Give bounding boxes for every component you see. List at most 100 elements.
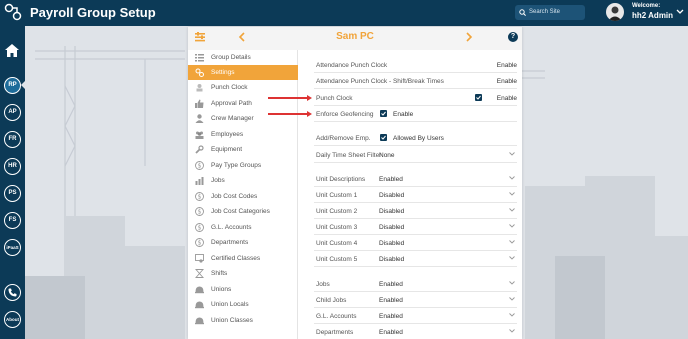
next-arrow-icon[interactable] [466, 32, 473, 42]
setting-label: Unit Custom 3 [316, 224, 358, 231]
setting-label: Attendance Punch Clock [316, 62, 388, 69]
user-icon [195, 114, 204, 123]
rail-ps-button[interactable]: PS [4, 185, 21, 202]
rail-hr-button[interactable]: HR [4, 158, 21, 175]
chevron-down-icon [509, 313, 515, 317]
svg-text:$: $ [198, 240, 202, 247]
geofencing-checkbox[interactable] [380, 110, 387, 117]
rail-fs-button[interactable]: FS [4, 212, 21, 229]
menu-item-employees[interactable]: Employees [188, 127, 298, 142]
avatar[interactable] [606, 3, 624, 21]
setting-label: Attendance Punch Clock - Shift/Break Tim… [316, 78, 444, 85]
unit-custom-3-select[interactable]: Unit Custom 3 Disabled [314, 219, 517, 235]
settings-icon [195, 68, 204, 77]
welcome-label: Welcome: [632, 3, 661, 9]
punch-clock-checkbox[interactable] [475, 94, 482, 101]
search-input[interactable]: Search Site [515, 5, 585, 20]
setting-label: Unit Descriptions [316, 176, 366, 183]
menu-item-departments[interactable]: $ Departments [188, 235, 298, 250]
daily-time-sheet-filter-select[interactable]: Daily Time Sheet Filter None [314, 147, 517, 163]
menu-item-settings[interactable]: Settings [188, 65, 298, 80]
hh2-logo-icon[interactable] [4, 3, 22, 21]
menu-item-union-locals[interactable]: Union Locals [188, 297, 298, 312]
setting-add-remove-emp: Add/Remove Emp. Allowed By Users [314, 130, 517, 146]
menu-label: Employees [211, 131, 244, 138]
setting-value: Enable [393, 111, 414, 118]
setting-attendance-shift-break: Attendance Punch Clock - Shift/Break Tim… [314, 73, 517, 89]
check-icon [476, 95, 481, 100]
list-icon [195, 54, 204, 62]
home-icon[interactable] [5, 44, 19, 57]
username[interactable]: hh2 Admin [632, 11, 673, 20]
menu-item-shifts[interactable]: Shifts [188, 266, 298, 281]
rail-about-button[interactable]: About [4, 311, 21, 328]
setting-label: Unit Custom 4 [316, 240, 358, 247]
help-icon[interactable]: ? [508, 32, 518, 42]
chevron-down-icon [509, 297, 515, 301]
unit-descriptions-select[interactable]: Unit Descriptions Enabled [314, 171, 517, 187]
top-bar: Payroll Group Setup Search Site Welcome:… [0, 0, 688, 26]
annotation-arrow [268, 111, 312, 116]
select-value: Enabled [379, 297, 403, 304]
panel-header: Sam PC ? [188, 27, 522, 50]
thumbs-up-icon [195, 99, 204, 108]
users-icon [195, 131, 204, 139]
svg-text:$: $ [198, 225, 202, 232]
menu-item-gl-accounts[interactable]: $ G.L. Accounts [188, 220, 298, 235]
unit-custom-1-select[interactable]: Unit Custom 1 Disabled [314, 187, 517, 203]
select-value: Disabled [379, 208, 405, 215]
chevron-down-icon [509, 256, 515, 260]
select-value: Disabled [379, 224, 405, 231]
menu-item-jobs[interactable]: Jobs [188, 173, 298, 188]
svg-text:$: $ [198, 209, 202, 216]
rail-ipaas-button[interactable]: iPaaS [4, 239, 21, 256]
rail-ap-button[interactable]: AP [4, 104, 21, 121]
menu-item-certified-classes[interactable]: Certified Classes [188, 251, 298, 266]
punch-clock-icon [196, 84, 203, 92]
menu-item-union-classes[interactable]: Union Classes [188, 313, 298, 328]
unit-custom-4-select[interactable]: Unit Custom 4 Disabled [314, 235, 517, 251]
child-jobs-select[interactable]: Child Jobs Enabled [314, 292, 517, 308]
unit-custom-5-select[interactable]: Unit Custom 5 Disabled [314, 251, 517, 267]
menu-item-equipment[interactable]: Equipment [188, 142, 298, 157]
menu-item-job-cost-categories[interactable]: $ Job Cost Categories [188, 204, 298, 219]
setting-label: Departments [316, 329, 354, 336]
gl-accounts-select[interactable]: G.L. Accounts Enabled [314, 308, 517, 324]
left-rail: RP AP FR HR PS FS iPaaS About [0, 26, 25, 339]
chevron-down-icon[interactable] [676, 9, 684, 15]
settings-menu: Group Details Settings Punch Clock Appro… [188, 50, 298, 339]
menu-item-job-cost-codes[interactable]: $ Job Cost Codes [188, 189, 298, 204]
setting-label: Unit Custom 2 [316, 208, 358, 215]
jobs-select[interactable]: Jobs Enabled [314, 276, 517, 292]
select-value: Disabled [379, 192, 405, 199]
search-placeholder: Search Site [529, 9, 561, 15]
menu-label: Equipment [211, 146, 243, 153]
select-value: Enabled [379, 176, 403, 183]
dollar-icon: $ [195, 238, 204, 247]
chevron-down-icon [509, 192, 515, 196]
setting-label: Jobs [316, 281, 330, 288]
menu-item-group-details[interactable]: Group Details [188, 50, 298, 65]
hourglass-icon [195, 269, 204, 278]
add-remove-emp-checkbox[interactable] [380, 134, 387, 141]
menu-label: Crew Manager [211, 115, 254, 122]
phone-icon [8, 288, 17, 297]
unit-custom-2-select[interactable]: Unit Custom 2 Disabled [314, 203, 517, 219]
menu-label: Approval Path [211, 100, 252, 107]
menu-item-punch-clock[interactable]: Punch Clock [188, 80, 298, 95]
setting-label: Add/Remove Emp. [316, 135, 371, 142]
rail-fr-button[interactable]: FR [4, 131, 21, 148]
dollar-icon: $ [195, 223, 204, 232]
menu-label: Departments [211, 239, 249, 246]
menu-item-pay-type-groups[interactable]: $ Pay Type Groups [188, 158, 298, 173]
menu-label: Punch Clock [211, 84, 248, 91]
setting-attendance-punch-clock: Attendance Punch Clock Enable [314, 57, 517, 73]
select-value: Disabled [379, 240, 405, 247]
svg-text:$: $ [198, 194, 202, 201]
rail-phone-button[interactable] [4, 284, 21, 301]
check-icon [381, 111, 386, 116]
menu-item-unions[interactable]: Unions [188, 282, 298, 297]
departments-select[interactable]: Departments Enabled [314, 324, 517, 339]
select-value: Enabled [379, 281, 403, 288]
rail-rp-button[interactable]: RP [4, 77, 21, 94]
